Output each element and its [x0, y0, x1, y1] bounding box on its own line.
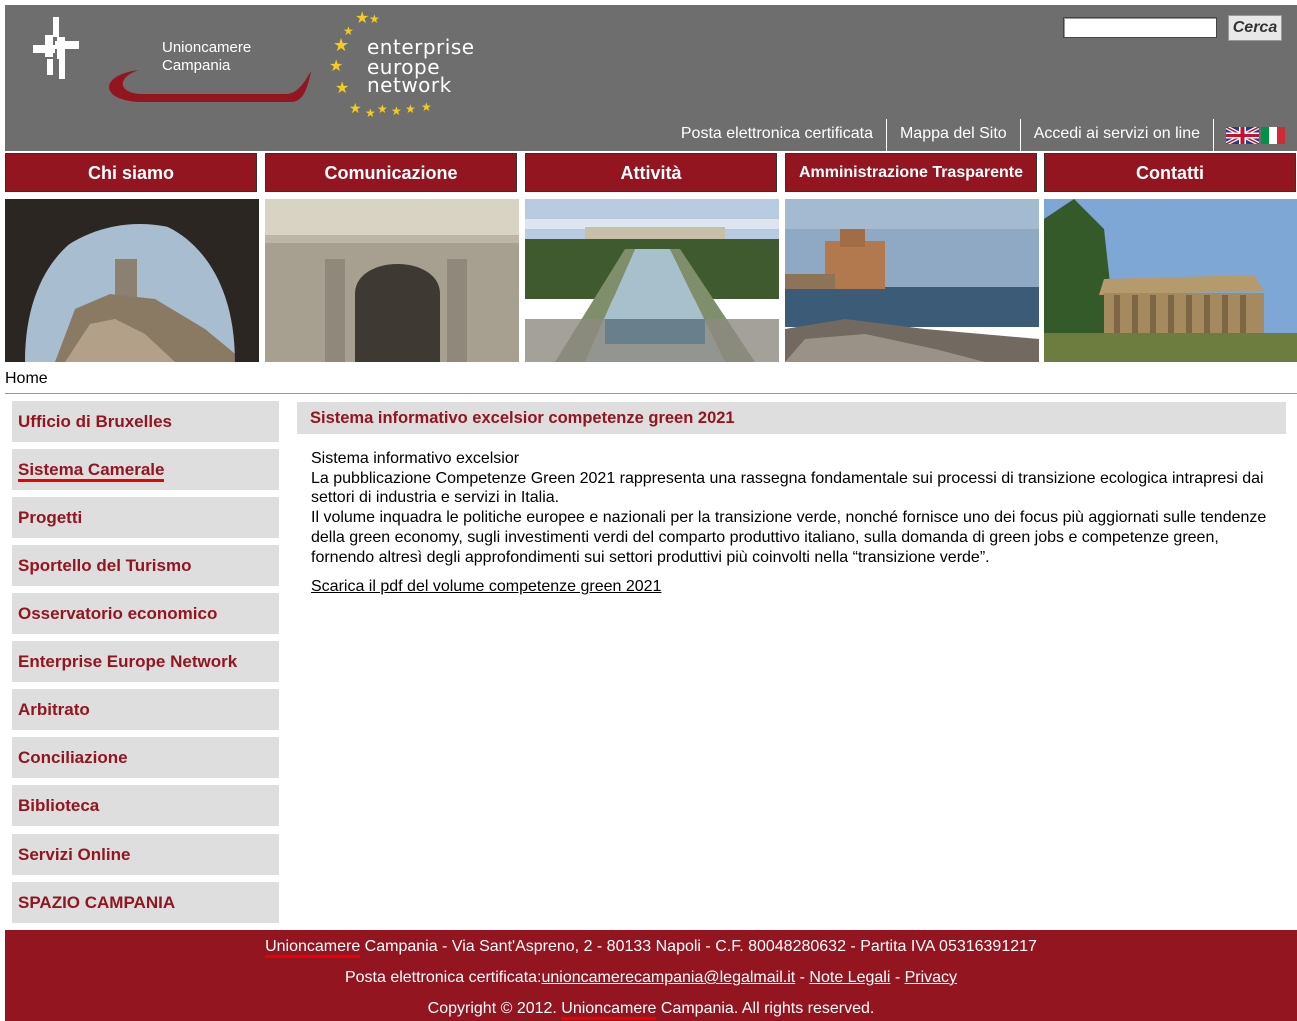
- main-nav: Chi siamo Comunicazione Attività Amminis…: [5, 153, 1297, 194]
- svg-text:★: ★: [391, 104, 402, 117]
- enterprise-europe-network-logo[interactable]: ★ ★ ★ ★ ★ ★ ★ ★ enterprise europe networ…: [325, 9, 495, 121]
- nav-contatti[interactable]: Contatti: [1044, 153, 1296, 192]
- sidebar-item-arbitrato[interactable]: Arbitrato: [12, 689, 279, 730]
- language-flags: [1213, 119, 1285, 151]
- footer-pec-label: Posta elettronica certificata:: [344, 969, 542, 986]
- svg-text:★: ★: [377, 102, 388, 116]
- search-button[interactable]: Cerca: [1228, 15, 1282, 41]
- photo-strip: [5, 199, 1297, 362]
- nav-chi-siamo[interactable]: Chi siamo: [5, 153, 257, 192]
- footer-brand-1: Unioncamere: [265, 938, 361, 958]
- roman-arch-photo: [265, 199, 519, 362]
- een-stars-bottom-icon: ★ ★ ★ ★: [377, 101, 432, 117]
- footer-note-legali-link[interactable]: Note Legali: [809, 969, 890, 986]
- article-body: Sistema informativo excelsior La pubblic…: [311, 449, 1271, 567]
- top-link-sitemap[interactable]: Mappa del Sito: [885, 119, 1020, 151]
- unioncamere-logo-line1: Unioncamere: [162, 39, 252, 56]
- sidebar-item-biblioteca[interactable]: Biblioteca: [12, 785, 279, 826]
- article-paragraph-1: La pubblicazione Competenze Green 2021 r…: [311, 469, 1264, 507]
- svg-text:★: ★: [329, 58, 343, 75]
- footer-copyright-prefix: Copyright © 2012.: [427, 1000, 562, 1017]
- footer-copyright: Copyright © 2012. Unioncamere Campania. …: [5, 1000, 1297, 1020]
- sidebar-item-label: Sistema Camerale: [18, 460, 165, 482]
- page-title: Sistema informativo excelsior competenze…: [297, 402, 1286, 434]
- svg-text:★: ★: [333, 35, 349, 55]
- download-pdf-link[interactable]: Scarica il pdf del volume competenze gre…: [311, 578, 661, 596]
- italy-flag-icon[interactable]: [1261, 126, 1285, 144]
- sidebar-item-ufficio-bruxelles[interactable]: Ufficio di Bruxelles: [12, 401, 279, 442]
- footer-copyright-rest: Campania. All rights reserved.: [656, 1000, 875, 1017]
- sidebar-item-een[interactable]: Enterprise Europe Network: [12, 641, 279, 682]
- sidebar-item-conciliazione[interactable]: Conciliazione: [12, 737, 279, 778]
- top-links: Posta elettronica certificata Mappa del …: [668, 119, 1285, 151]
- sidebar-item-progetti[interactable]: Progetti: [12, 497, 279, 538]
- svg-text:★: ★: [365, 106, 376, 120]
- search-input[interactable]: [1063, 17, 1217, 38]
- footer-address-text: Campania - Via Sant'Aspreno, 2 - 80133 N…: [360, 938, 1037, 955]
- svg-text:★: ★: [421, 101, 432, 114]
- sidebar-item-osservatorio[interactable]: Osservatorio economico: [12, 593, 279, 634]
- nav-attivita[interactable]: Attività: [525, 153, 777, 192]
- sidebar-item-servizi-online[interactable]: Servizi Online: [12, 834, 279, 875]
- footer-privacy-link[interactable]: Privacy: [905, 969, 957, 986]
- top-link-online-services[interactable]: Accedi ai servizi on line: [1019, 119, 1213, 151]
- nav-comunicazione[interactable]: Comunicazione: [265, 153, 517, 192]
- sidebar-item-sportello-turismo[interactable]: Sportello del Turismo: [12, 545, 279, 586]
- breadcrumb-divider: [5, 393, 1297, 394]
- footer-separator: -: [890, 969, 905, 986]
- svg-text:★: ★: [355, 10, 369, 27]
- unioncamere-logo[interactable]: Unioncamere Campania: [29, 15, 329, 107]
- unioncamere-logo-line2: Campania: [162, 57, 231, 74]
- een-logo-line1: enterprise: [367, 35, 475, 59]
- footer-links: Posta elettronica certificata:unioncamer…: [5, 969, 1297, 987]
- uk-flag-icon[interactable]: [1226, 126, 1259, 144]
- footer-pec-email-link[interactable]: unioncamerecampania@legalmail.it: [542, 969, 796, 986]
- sidebar-item-spazio-campania[interactable]: SPAZIO CAMPANIA: [12, 882, 279, 923]
- top-link-pec[interactable]: Posta elettronica certificata: [668, 119, 886, 151]
- footer-address: Unioncamere Campania - Via Sant'Aspreno,…: [5, 938, 1297, 958]
- arch-ruins-photo: [5, 199, 259, 362]
- castle-by-sea-photo: [785, 199, 1039, 362]
- article-subtitle: Sistema informativo excelsior: [311, 450, 520, 467]
- site-header: Unioncamere Campania ★ ★ ★ ★ ★ ★ ★ ★ ent…: [5, 5, 1297, 151]
- site-footer: Unioncamere Campania - Via Sant'Aspreno,…: [5, 930, 1297, 1021]
- footer-separator: -: [795, 969, 810, 986]
- nav-amministrazione-trasparente[interactable]: Amministrazione Trasparente: [785, 153, 1037, 192]
- svg-text:★: ★: [369, 12, 380, 26]
- svg-text:★: ★: [335, 80, 349, 97]
- footer-brand-2: Unioncamere: [561, 1000, 657, 1020]
- een-logo-line3: network: [367, 73, 452, 97]
- palace-gardens-photo: [525, 199, 779, 362]
- article-paragraph-2: Il volume inquadra le politiche europee …: [311, 509, 1267, 566]
- svg-text:★: ★: [349, 100, 362, 116]
- greek-temple-photo: [1044, 199, 1297, 362]
- sidebar-item-sistema-camerale[interactable]: Sistema Camerale: [12, 449, 279, 490]
- breadcrumb[interactable]: Home: [5, 370, 48, 388]
- svg-text:★: ★: [405, 102, 416, 116]
